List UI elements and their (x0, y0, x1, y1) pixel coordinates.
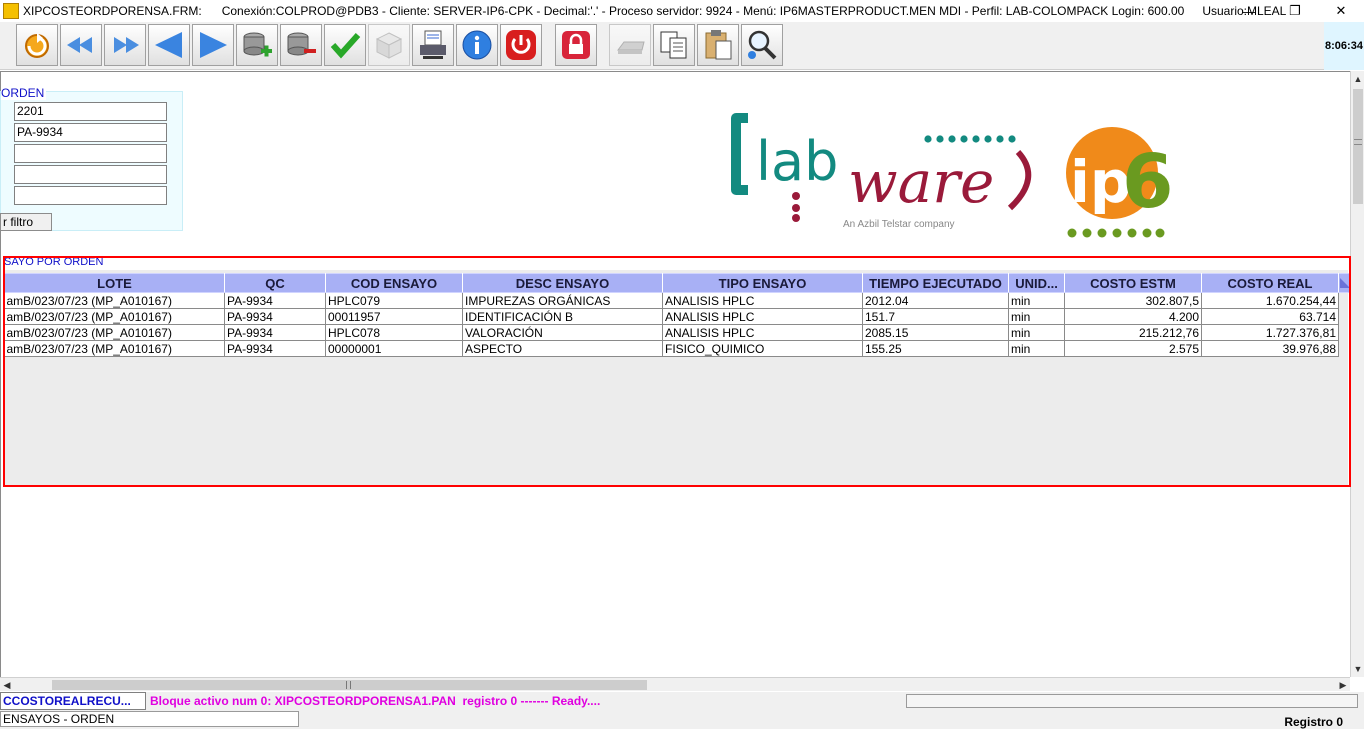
refresh-button[interactable] (16, 24, 58, 66)
labware-ip6-logo: lab ware An Azbil Telstar company ip 6 (730, 110, 1174, 248)
left-triangle-icon (155, 32, 182, 58)
highlight-box (3, 256, 1351, 487)
toolbar (0, 22, 1364, 70)
svg-text:6: 6 (1122, 139, 1170, 225)
insert-record-button[interactable] (236, 24, 278, 66)
accept-button[interactable] (324, 24, 366, 66)
printer-icon (420, 30, 446, 59)
secondary-status-bar: ENSAYOS - ORDEN Registro 0 (0, 710, 1364, 729)
title-bar: XIPCOSTEORDPORENSA.FRM: Conexión:COLPROD… (0, 0, 1364, 22)
minimize-button[interactable]: — (1226, 0, 1272, 22)
window-controls: — ❐ ✕ (1226, 0, 1364, 22)
app-icon (3, 3, 19, 19)
window-app-name: XIPCOSTEORDPORENSA.FRM: (23, 4, 202, 18)
print-button[interactable] (412, 24, 454, 66)
scroll-right-arrow-icon[interactable]: ▶ (1336, 678, 1350, 692)
magnifier-icon (748, 30, 777, 60)
clipboard-icon (705, 30, 732, 60)
restore-button[interactable]: ❐ (1272, 0, 1318, 22)
first-record-button[interactable] (60, 24, 102, 66)
orden-number-field[interactable]: 2201 (14, 102, 167, 121)
next-record-button[interactable] (192, 24, 234, 66)
labware-logo-icon: lab ware An Azbil Telstar company ip 6 (731, 113, 1174, 238)
right-triangle-icon (200, 32, 227, 58)
filter-button[interactable]: r filtro (0, 213, 52, 231)
info-icon (462, 30, 492, 60)
svg-text:ware: ware (848, 148, 994, 216)
scroll-up-arrow-icon[interactable]: ▲ (1351, 71, 1364, 87)
search-button[interactable] (741, 24, 783, 66)
previous-record-button[interactable] (148, 24, 190, 66)
vertical-scrollbar[interactable]: ▲ ▼ (1350, 71, 1364, 677)
vertical-scroll-thumb[interactable] (1353, 89, 1363, 204)
close-button[interactable]: ✕ (1318, 0, 1364, 22)
vertical-scroll-grip-icon (1354, 139, 1362, 145)
scroll-down-arrow-icon[interactable]: ▼ (1351, 661, 1364, 677)
power-icon (506, 30, 536, 60)
record-counter: Registro 0 (1284, 715, 1343, 729)
scroll-left-arrow-icon[interactable]: ◀ (0, 678, 14, 692)
package-button[interactable] (368, 24, 410, 66)
horizontal-scroll-grip-icon (346, 681, 351, 689)
orden-label: ORDEN (1, 86, 47, 100)
double-right-arrow-icon (114, 37, 139, 53)
eraser-icon (617, 41, 645, 54)
status-extra-field (906, 694, 1358, 708)
box-icon (375, 32, 403, 59)
svg-text:An Azbil Telstar company: An Azbil Telstar company (843, 219, 955, 230)
qc-field[interactable]: PA-9934 (14, 123, 167, 142)
lock-icon (562, 31, 590, 59)
lock-button[interactable] (555, 24, 597, 66)
double-left-arrow-icon (67, 37, 92, 53)
orden-field-3[interactable] (14, 144, 167, 163)
exit-button[interactable] (500, 24, 542, 66)
paste-button[interactable] (697, 24, 739, 66)
cut-button[interactable] (609, 24, 651, 66)
horizontal-scrollbar[interactable]: ◀ ▶ (0, 677, 1350, 691)
copy-button[interactable] (653, 24, 695, 66)
database-remove-icon (287, 32, 316, 56)
delete-record-button[interactable] (280, 24, 322, 66)
status-bar: CCOSTOREALRECU... Bloque activo num 0: X… (0, 692, 1364, 710)
copy-icon (660, 31, 687, 59)
window-title-info: Conexión:COLPROD@PDB3 - Cliente: SERVER-… (221, 4, 1185, 18)
refresh-icon (25, 33, 49, 58)
status-message: Bloque activo num 0: XIPCOSTEORDPORENSA1… (150, 694, 601, 708)
orden-field-5[interactable] (14, 186, 167, 205)
form-name-field: ENSAYOS - ORDEN (0, 711, 299, 727)
svg-text:lab: lab (756, 130, 838, 193)
clock: 8:06:34 (1324, 22, 1364, 70)
checkmark-icon (330, 32, 361, 59)
active-block-field: CCOSTOREALRECU... (0, 692, 146, 710)
info-button[interactable] (456, 24, 498, 66)
orden-field-4[interactable] (14, 165, 167, 184)
database-add-icon (243, 32, 272, 57)
last-record-button[interactable] (104, 24, 146, 66)
